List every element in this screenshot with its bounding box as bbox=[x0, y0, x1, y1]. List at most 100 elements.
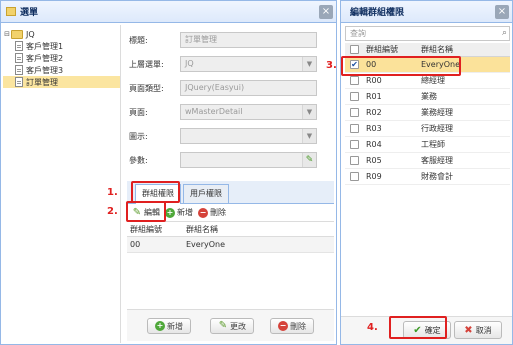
menu-window-titlebar[interactable]: 選單 × bbox=[1, 1, 336, 23]
table-cell: R09 bbox=[366, 172, 382, 181]
table-row[interactable]: ✔ 00 EveryOne bbox=[345, 57, 510, 73]
chevron-down-icon[interactable]: ▼ bbox=[302, 57, 316, 71]
table-cell: R03 bbox=[366, 124, 382, 133]
step-1-label: 1. bbox=[107, 187, 118, 198]
page-select[interactable]: wMasterDetail ▼ bbox=[180, 104, 317, 120]
table-cell: 財務會計 bbox=[421, 172, 453, 181]
edit-group-permission-dialog: 編輯群組權限 × 查詢 ⌕ 群組編號 群組名稱 ✔ 00 EveryOne R0… bbox=[340, 0, 513, 345]
field-label: 頁面: bbox=[129, 107, 148, 117]
icon-select[interactable]: ▼ bbox=[180, 128, 317, 144]
form-row-page-type: 頁面類型: JQuery(Easyui) bbox=[129, 77, 329, 99]
checkmark-icon: ✔ bbox=[413, 324, 422, 336]
cancel-label: 取消 bbox=[475, 325, 492, 335]
add-button[interactable]: + 新增 bbox=[165, 207, 193, 218]
tree-root-label: JQ bbox=[26, 29, 35, 39]
table-row[interactable]: R03 行政經理 bbox=[345, 121, 510, 137]
footer-delete-button[interactable]: − 刪除 bbox=[270, 318, 314, 334]
table-cell: 業務 bbox=[421, 92, 437, 101]
file-icon bbox=[15, 65, 23, 75]
footer-add-button[interactable]: + 新增 bbox=[147, 318, 191, 334]
column-header[interactable]: 群組編號 bbox=[366, 44, 421, 55]
menu-form: 標題: 訂單管理 上層選單: JQ ▼ 頁面類型: JQuery(Easyui)… bbox=[129, 29, 329, 173]
table-cell: 行政經理 bbox=[421, 124, 453, 133]
column-header[interactable]: 群組名稱 bbox=[421, 44, 501, 55]
group-select-grid: 群組編號 群組名稱 ✔ 00 EveryOne R00 總經理 R01 業務 R… bbox=[345, 43, 510, 185]
dialog-title: 編輯群組權限 bbox=[350, 8, 405, 18]
close-icon[interactable]: × bbox=[319, 5, 333, 19]
field-label: 上層選單: bbox=[129, 59, 164, 69]
tree-item-label: 客戶管理2 bbox=[26, 53, 64, 63]
grid-header: 群組編號 群組名稱 bbox=[345, 43, 510, 57]
step-3-label: 3. bbox=[326, 60, 337, 71]
chevron-down-icon[interactable]: ▼ bbox=[302, 129, 316, 143]
pencil-icon: ✎ bbox=[132, 206, 142, 218]
column-header[interactable]: 群組編號 bbox=[127, 224, 183, 235]
table-cell: EveryOne bbox=[421, 60, 461, 69]
parent-menu-select[interactable]: JQ ▼ bbox=[180, 56, 317, 72]
table-row[interactable]: 00 EveryOne bbox=[127, 237, 334, 253]
table-cell: R00 bbox=[366, 76, 382, 85]
ok-button[interactable]: ✔ 確定 bbox=[403, 321, 451, 339]
select-value: JQ bbox=[185, 59, 194, 68]
page-type-field[interactable]: JQuery(Easyui) bbox=[180, 80, 317, 96]
footer-update-button[interactable]: ✎ 更改 bbox=[210, 318, 254, 334]
row-checkbox[interactable] bbox=[350, 76, 359, 85]
dialog-titlebar[interactable]: 編輯群組權限 × bbox=[341, 1, 512, 23]
pencil-icon[interactable]: ✎ bbox=[302, 153, 316, 167]
edit-button[interactable]: ✎ 編輯 bbox=[132, 207, 160, 218]
collapse-icon[interactable]: ⊟ bbox=[3, 30, 11, 38]
row-checkbox[interactable] bbox=[350, 108, 359, 117]
table-row[interactable]: R09 財務會計 bbox=[345, 169, 510, 185]
search-input[interactable]: 查詢 ⌕ bbox=[345, 26, 510, 41]
group-grid: 群組編號 群組名稱 00 EveryOne bbox=[127, 223, 334, 253]
select-value: wMasterDetail bbox=[185, 107, 243, 116]
chevron-down-icon[interactable]: ▼ bbox=[302, 105, 316, 119]
tab-user-permission[interactable]: 用戶權限 bbox=[183, 184, 229, 203]
row-checkbox[interactable] bbox=[350, 172, 359, 181]
title-field[interactable]: 訂單管理 bbox=[180, 32, 317, 48]
minus-icon: − bbox=[198, 207, 208, 218]
row-checkbox[interactable] bbox=[350, 140, 359, 149]
form-row-title: 標題: 訂單管理 bbox=[129, 29, 329, 51]
table-row[interactable]: R00 總經理 bbox=[345, 73, 510, 89]
table-row[interactable]: R02 業務經理 bbox=[345, 105, 510, 121]
tree-item-label: 客戶管理3 bbox=[26, 65, 64, 75]
close-icon[interactable]: × bbox=[495, 5, 509, 19]
params-field[interactable]: ✎ bbox=[180, 152, 317, 168]
form-row-icon: 圖示: ▼ bbox=[129, 125, 329, 147]
delete-label: 刪除 bbox=[210, 208, 226, 217]
table-cell: 工程師 bbox=[421, 140, 445, 149]
row-checkbox[interactable] bbox=[350, 124, 359, 133]
column-header[interactable]: 群組名稱 bbox=[183, 224, 283, 235]
table-row[interactable]: R05 客服經理 bbox=[345, 153, 510, 169]
delete-button[interactable]: − 刪除 bbox=[198, 207, 226, 218]
select-all-checkbox[interactable] bbox=[350, 45, 359, 54]
tree-item-customer-3[interactable]: 客戶管理3 bbox=[3, 64, 120, 76]
form-row-params: 參數: ✎ bbox=[129, 149, 329, 171]
edit-label: 編輯 bbox=[144, 208, 160, 217]
window-icon bbox=[6, 7, 16, 16]
tree-item-order[interactable]: 訂單管理 bbox=[3, 76, 120, 88]
cancel-button[interactable]: ✖ 取消 bbox=[454, 321, 502, 339]
field-label: 參數: bbox=[129, 155, 148, 165]
footer-update-label: 更改 bbox=[230, 321, 246, 331]
form-row-page: 頁面: wMasterDetail ▼ bbox=[129, 101, 329, 123]
table-cell: R02 bbox=[366, 108, 382, 117]
menu-window: 選單 × ⊟ JQ 客戶管理1 客戶管理2 客戶管理3 訂單管理 標題: 訂單管… bbox=[0, 0, 337, 345]
row-checkbox[interactable]: ✔ bbox=[350, 60, 359, 69]
tree-root-jq[interactable]: ⊟ JQ bbox=[3, 28, 120, 40]
tree-item-customer-2[interactable]: 客戶管理2 bbox=[3, 52, 120, 64]
menu-window-title: 選單 bbox=[20, 8, 39, 18]
minus-icon: − bbox=[278, 321, 288, 331]
row-checkbox[interactable] bbox=[350, 156, 359, 165]
ok-label: 確定 bbox=[424, 325, 441, 335]
search-icon[interactable]: ⌕ bbox=[502, 27, 507, 40]
table-cell: R01 bbox=[366, 92, 382, 101]
row-checkbox[interactable] bbox=[350, 92, 359, 101]
table-row[interactable]: R01 業務 bbox=[345, 89, 510, 105]
table-cell: 00 bbox=[130, 240, 141, 249]
tree-item-customer-1[interactable]: 客戶管理1 bbox=[3, 40, 120, 52]
file-icon bbox=[15, 77, 23, 87]
table-row[interactable]: R04 工程師 bbox=[345, 137, 510, 153]
tab-group-permission[interactable]: 群組權限 bbox=[135, 184, 181, 204]
